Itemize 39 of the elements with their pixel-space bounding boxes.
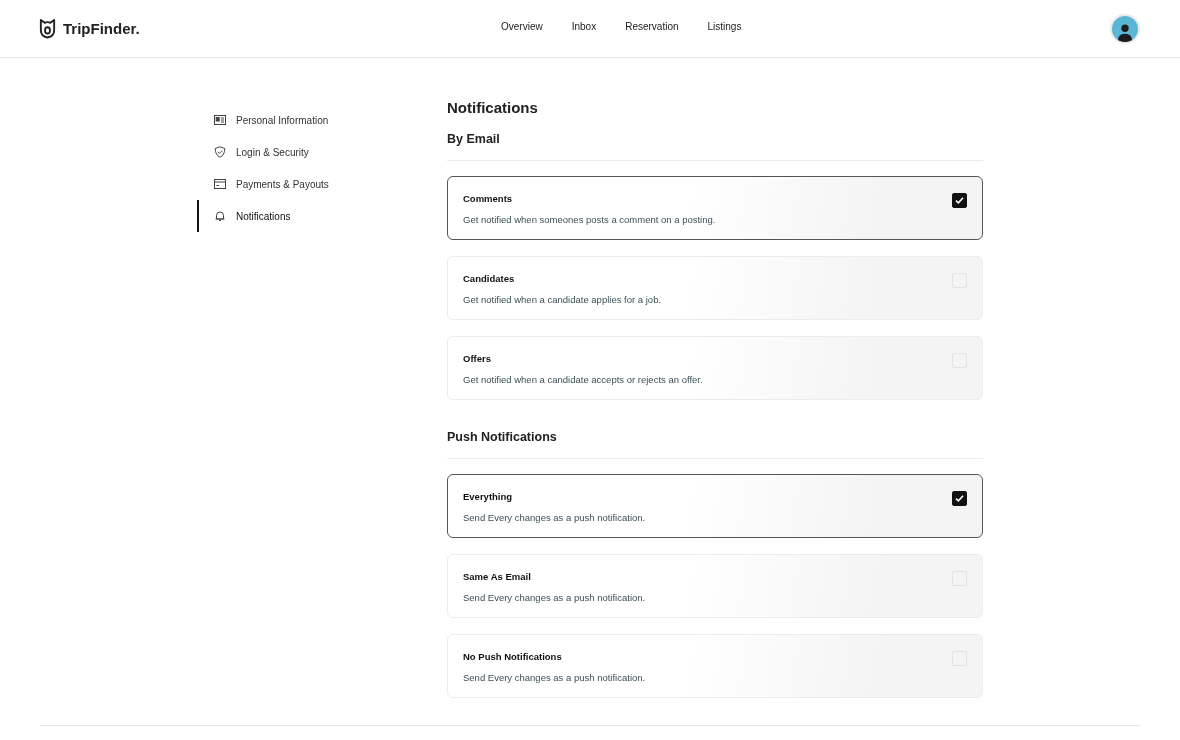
sidebar-item[interactable]: Personal Information [197,104,447,136]
option-card[interactable]: Offers Get notified when a candidate accepts or rejects an offer. [447,336,983,400]
avatar[interactable] [1110,13,1140,44]
checkbox[interactable] [952,491,967,506]
option-card[interactable]: Comments Get notified when someones posts a comment on a posting. [447,176,983,240]
page-title: Notifications [447,99,539,116]
sidebar-item[interactable]: Login & Security [197,136,447,168]
option-description: Get notified when a candidate accepts or rejects an offer. [463,374,704,385]
option-title: Offers [463,353,492,364]
nav-link[interactable]: Overview [501,21,543,36]
nav-link[interactable]: Reservation [625,21,679,36]
bell-icon [214,210,226,222]
option-title: Comments [463,193,514,204]
option-description: Get notified when someones posts a comment on a posting. [463,214,717,225]
id-card-icon [214,114,226,126]
option-card[interactable]: Candidates Get notified when a candidate applies for a job. [447,256,983,320]
sidebar-item[interactable]: Payments & Payouts [197,168,447,200]
credit-card-icon [214,178,226,190]
option-description: Send Every changes as a push notification. [463,672,647,683]
option-title: Same As Email [463,571,532,582]
option-title: No Push Notifications [463,651,563,662]
option-card[interactable]: Same As Email Send Every changes as a push notification. [447,554,983,618]
option-card[interactable]: No Push Notifications Send Every changes as a push notification. [447,634,983,698]
check-icon [954,493,965,504]
option-description: Send Every changes as a push notification. [463,512,647,523]
logo-icon [38,18,57,39]
section-heading: Push Notifications [447,430,558,444]
checkbox[interactable] [952,193,967,208]
check-icon [954,195,965,206]
option-description: Get notified when a candidate applies for a job. [463,294,663,305]
shield-icon [214,146,226,158]
option-card[interactable]: Everything Send Every changes as a push notification. [447,474,983,538]
option-description: Send Every changes as a push notification. [463,592,647,603]
section-heading: By Email [447,132,501,146]
nav-link[interactable]: Inbox [571,21,597,36]
logo-text: TripFinder. [63,20,140,37]
option-title: Candidates [463,273,516,284]
nav-link[interactable]: Listings [707,21,742,36]
option-title: Everything [463,491,514,502]
